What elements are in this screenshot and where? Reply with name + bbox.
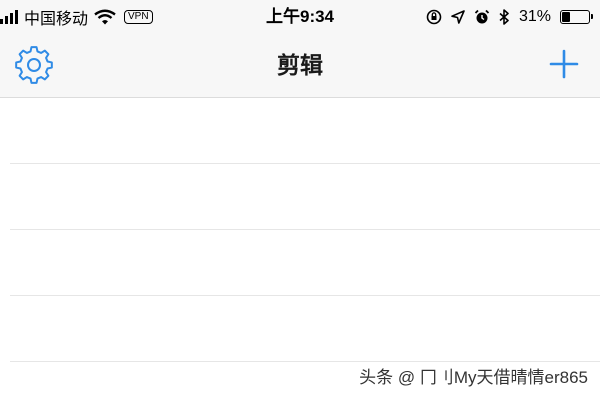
status-right: 31% [426,7,593,27]
status-bar: 中国移动 VPN 上午9:34 31% [0,0,600,34]
list-item[interactable] [10,230,600,296]
battery-level [562,12,571,22]
location-icon [451,10,465,24]
list-item[interactable] [10,98,600,164]
battery-percent: 31% [518,8,551,25]
bluetooth-icon [499,9,510,25]
alarm-icon [474,9,490,25]
navigation-bar: 剪辑 [0,34,600,98]
add-button[interactable] [548,48,580,80]
plus-icon [549,49,579,79]
list-item[interactable] [10,296,600,362]
clip-list [0,98,600,362]
page-title: 剪辑 [277,52,323,78]
list-item[interactable] [10,164,600,230]
orientation-lock-icon [426,9,442,25]
watermark: 头条 @ 冂刂My天借晴情er865 [359,368,588,387]
battery-icon [560,10,593,24]
